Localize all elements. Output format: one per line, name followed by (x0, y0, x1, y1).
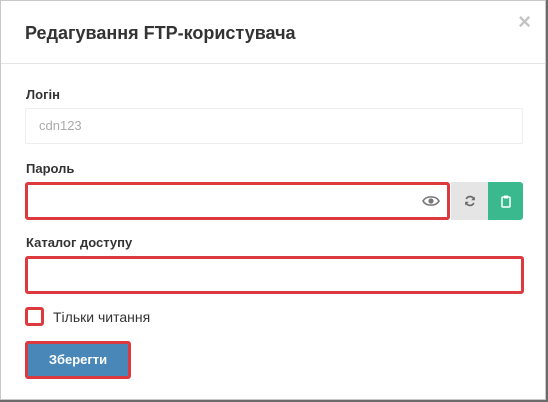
clipboard-icon (500, 195, 511, 208)
access-directory-input[interactable] (25, 256, 524, 294)
save-button[interactable]: Зберегти (25, 341, 131, 379)
dialog-header: Редагування FTP-користувача × (1, 1, 545, 64)
dialog-title: Редагування FTP-користувача (25, 23, 296, 43)
login-field: cdn123 (25, 108, 523, 144)
password-input[interactable] (25, 182, 450, 220)
login-label: Логін (26, 87, 60, 102)
password-label: Пароль (26, 161, 75, 176)
regenerate-password-button[interactable] (451, 182, 488, 220)
close-icon[interactable]: × (518, 11, 531, 33)
refresh-icon (464, 195, 475, 207)
copy-password-button[interactable] (488, 182, 523, 220)
eye-icon[interactable] (422, 194, 440, 208)
edit-ftp-user-dialog: Редагування FTP-користувача × Логін cdn1… (0, 0, 546, 400)
readonly-label[interactable]: Тільки читання (53, 309, 150, 325)
readonly-checkbox[interactable] (25, 307, 44, 326)
access-directory-label: Каталог доступу (26, 235, 133, 250)
